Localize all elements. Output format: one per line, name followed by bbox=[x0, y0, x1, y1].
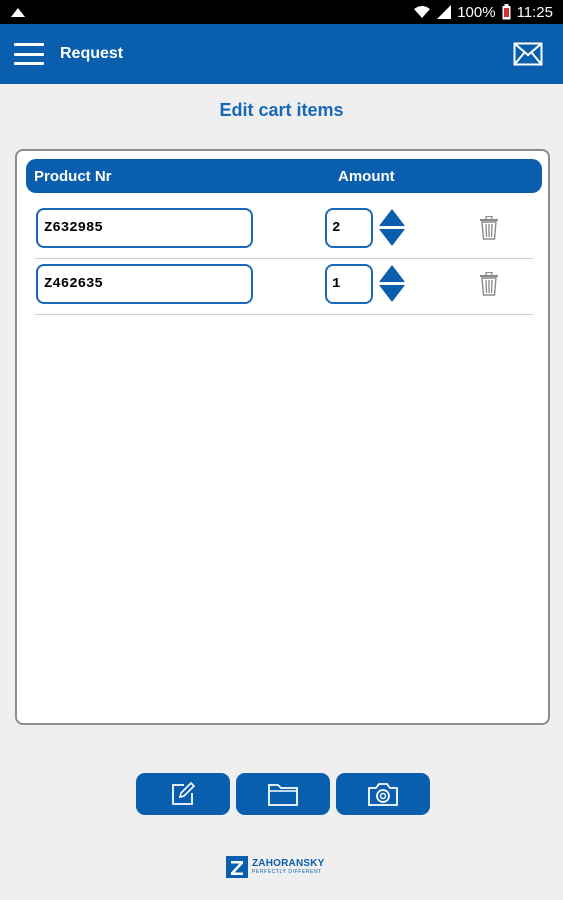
header-product-nr: Product Nr bbox=[34, 168, 112, 185]
status-left bbox=[10, 6, 26, 18]
status-bar: 100% 11:25 bbox=[0, 0, 563, 24]
cart-card: Product Nr Amount bbox=[15, 149, 550, 725]
status-right: 100% 11:25 bbox=[413, 4, 553, 21]
decrement-arrow-icon[interactable] bbox=[379, 229, 405, 246]
header-amount: Amount bbox=[338, 168, 395, 185]
page-title: Edit cart items bbox=[219, 100, 344, 120]
table-row bbox=[35, 259, 533, 315]
camera-button[interactable] bbox=[336, 773, 430, 815]
app-bar: Request bbox=[0, 24, 563, 84]
logo-tagline: PERFECTLY DIFFERENT bbox=[252, 869, 322, 875]
clock: 11:25 bbox=[516, 3, 553, 21]
edit-icon bbox=[172, 781, 196, 805]
amount-stepper bbox=[379, 209, 405, 247]
increment-arrow-icon[interactable] bbox=[379, 265, 405, 282]
product-nr-input[interactable] bbox=[36, 208, 253, 248]
signal-icon bbox=[437, 5, 452, 19]
trash-icon[interactable] bbox=[479, 216, 499, 240]
brand-logo: ZAHORANSKY PERFECTLY DIFFERENT bbox=[226, 856, 325, 878]
amount-input[interactable] bbox=[325, 208, 373, 248]
camera-icon bbox=[368, 783, 398, 806]
battery-percent: 100% bbox=[457, 3, 496, 21]
table-header: Product Nr Amount bbox=[26, 159, 542, 193]
trash-icon[interactable] bbox=[479, 272, 499, 296]
zahoransky-logo-icon bbox=[226, 856, 248, 878]
edit-button[interactable] bbox=[136, 773, 230, 815]
logo-name: ZAHORANSKY bbox=[252, 858, 325, 869]
app-title: Request bbox=[60, 45, 124, 62]
mail-icon[interactable] bbox=[513, 42, 543, 66]
amount-input[interactable] bbox=[325, 264, 373, 304]
amount-stepper bbox=[379, 265, 405, 303]
increment-arrow-icon[interactable] bbox=[379, 209, 405, 226]
decrement-arrow-icon[interactable] bbox=[379, 285, 405, 302]
logo-text: ZAHORANSKY PERFECTLY DIFFERENT bbox=[252, 858, 325, 876]
table-row bbox=[35, 203, 533, 259]
folder-icon bbox=[268, 784, 298, 806]
battery-icon bbox=[502, 4, 511, 20]
action-toolbar bbox=[136, 773, 430, 815]
folder-button[interactable] bbox=[236, 773, 330, 815]
wifi-icon bbox=[414, 6, 431, 18]
notification-icon bbox=[11, 8, 25, 17]
menu-icon[interactable] bbox=[14, 43, 44, 65]
product-nr-input[interactable] bbox=[36, 264, 253, 304]
